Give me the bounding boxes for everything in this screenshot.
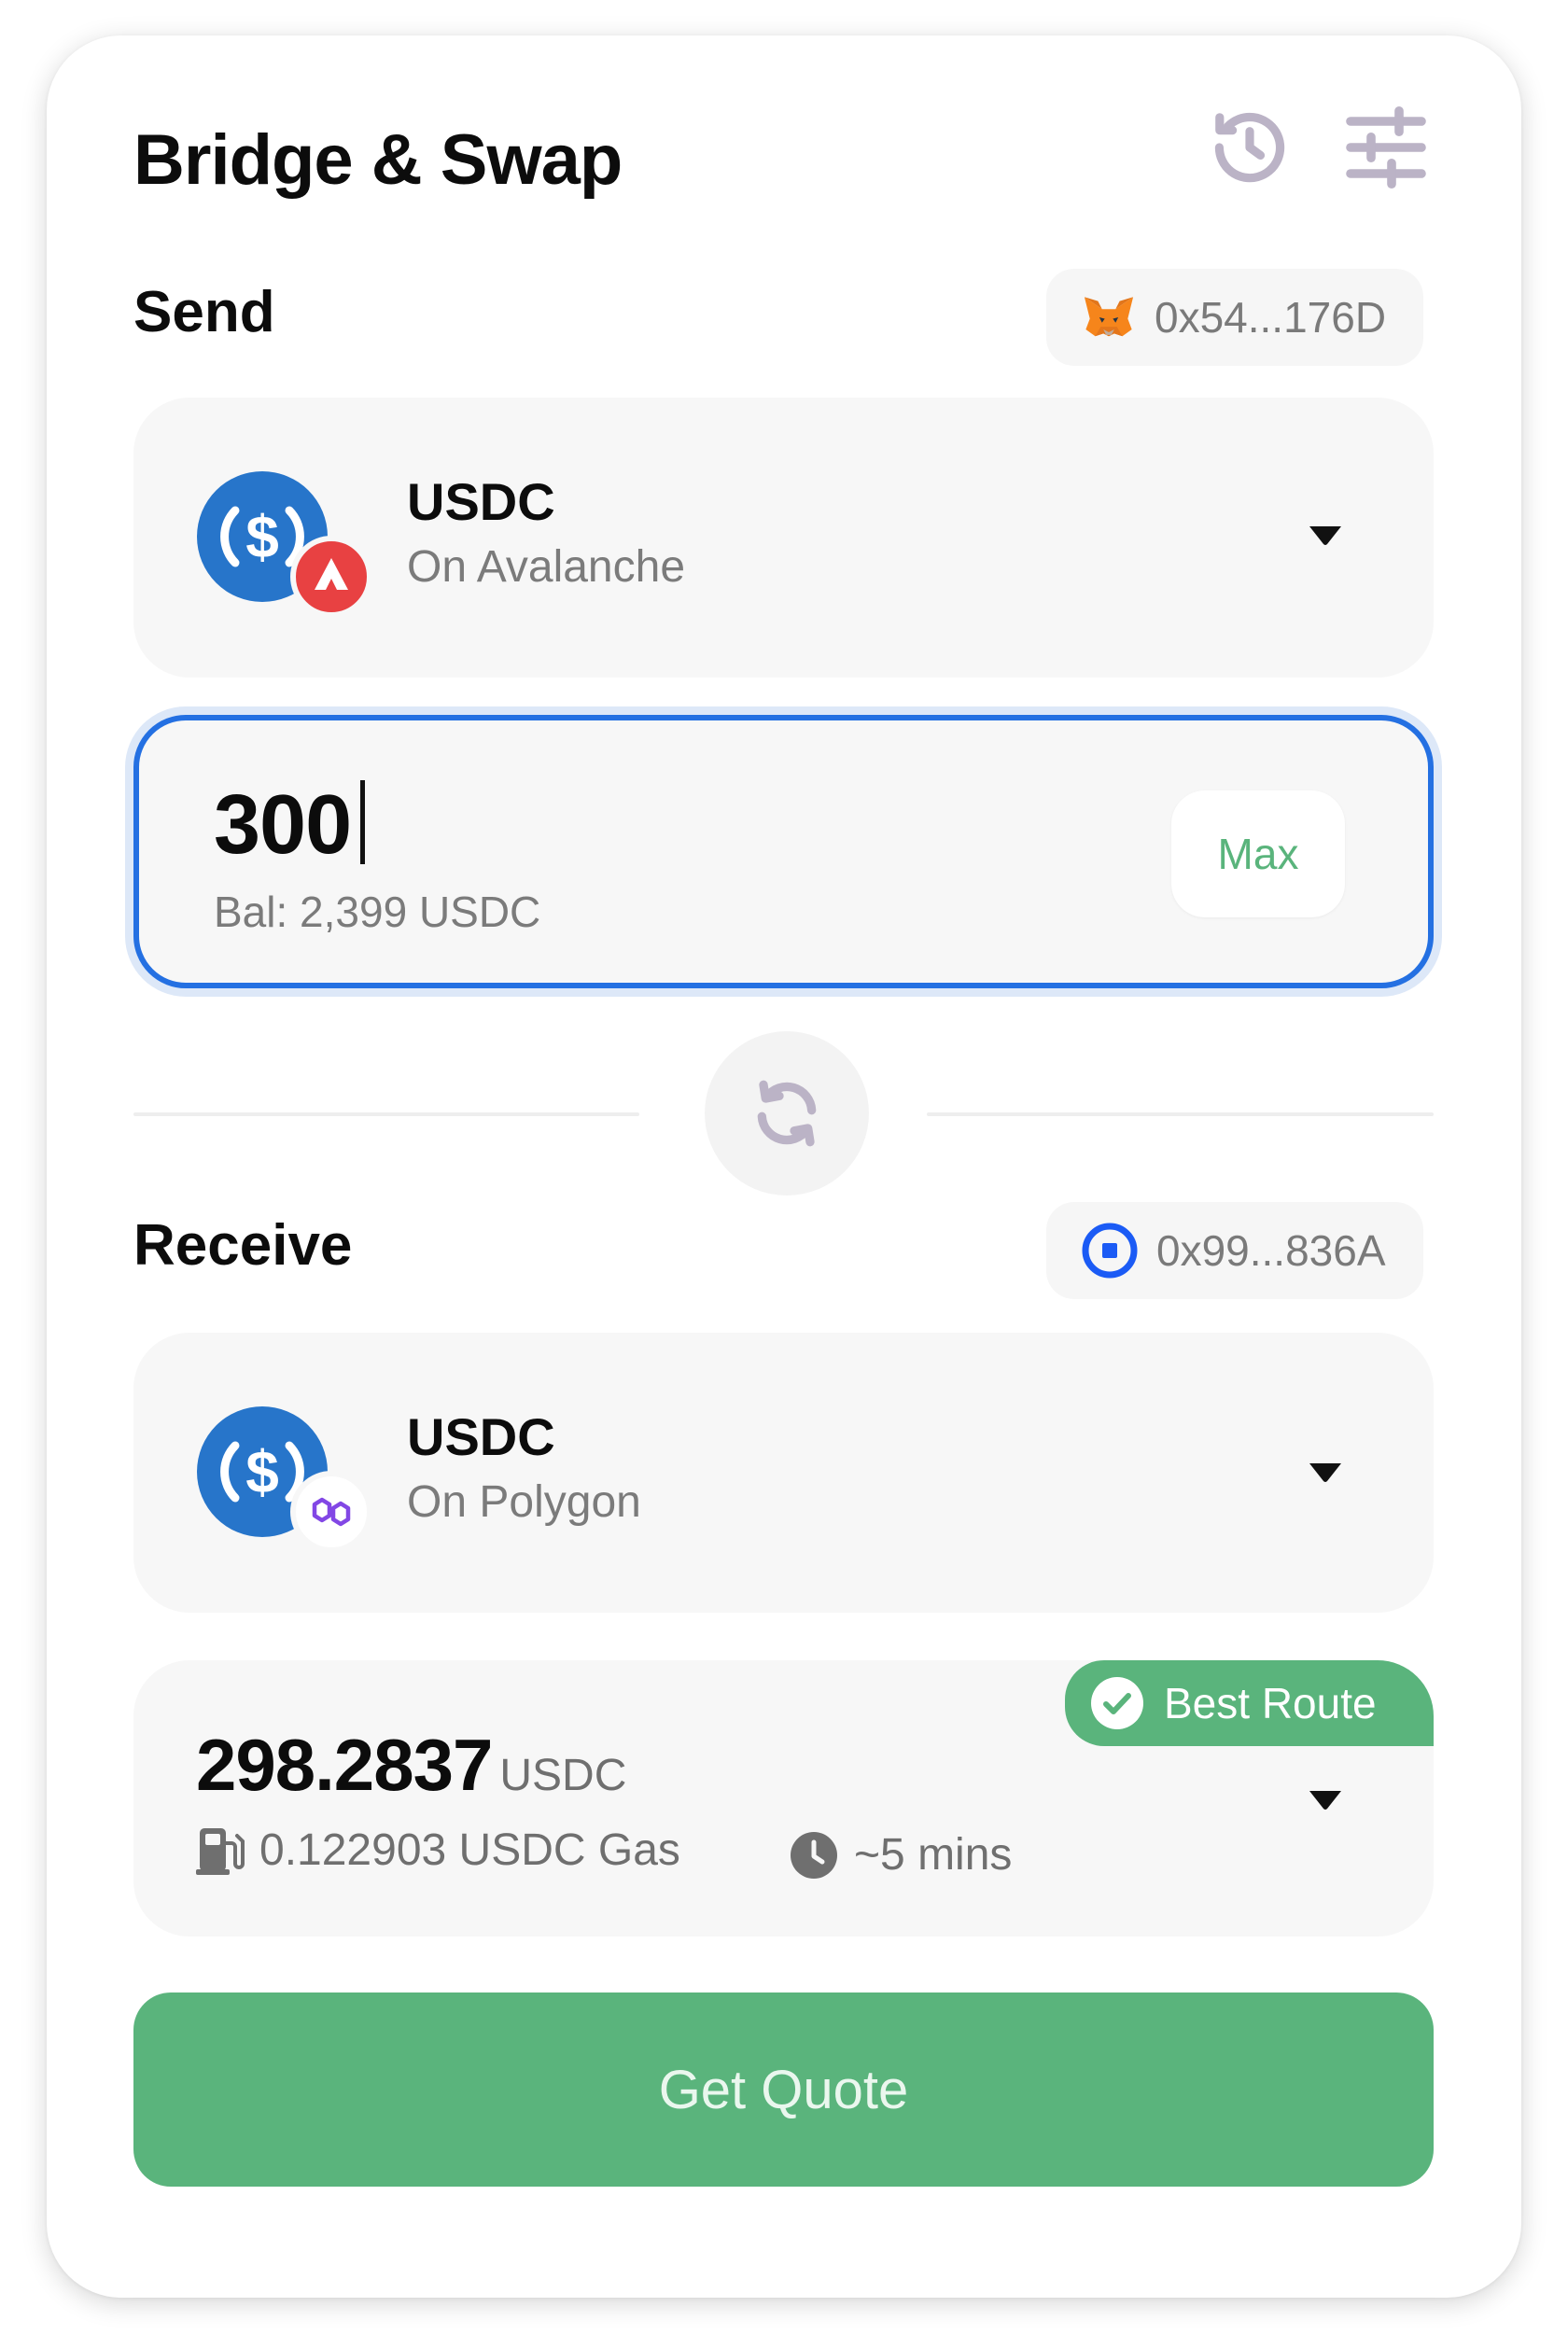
send-token-symbol: USDC: [407, 472, 555, 531]
receive-label: Receive: [133, 1213, 353, 1278]
swap-arrows-icon: [749, 1076, 824, 1151]
text-cursor: [360, 780, 366, 864]
history-icon[interactable]: [1203, 101, 1296, 194]
chevron-down-icon[interactable]: [1297, 517, 1353, 554]
best-route-badge: Best Route: [1065, 1660, 1434, 1746]
amount-input[interactable]: 300: [214, 778, 366, 872]
gas-fee: 0.122903 USDC Gas: [196, 1824, 680, 1878]
check-circle-icon: [1089, 1675, 1145, 1731]
max-button[interactable]: Max: [1171, 790, 1345, 917]
receive-token-symbol: USDC: [407, 1407, 555, 1466]
metamask-fox-icon: [1082, 294, 1136, 341]
best-route-label: Best Route: [1164, 1679, 1377, 1727]
divider-left: [133, 1112, 639, 1116]
page-title: Bridge & Swap: [133, 120, 623, 200]
receive-amount-unit: USDC: [499, 1751, 627, 1800]
amount-value: 300: [214, 778, 352, 872]
send-label: Send: [133, 280, 275, 344]
receive-token-chain: On Polygon: [407, 1477, 641, 1527]
route-summary[interactable]: Best Route 298.2837 USDC 0.122903 USDC Ga…: [133, 1660, 1434, 1937]
svg-text:$: $: [245, 503, 279, 570]
balance-text: Bal: 2,399 USDC: [214, 888, 541, 936]
send-wallet-address: 0x54...176D: [1155, 293, 1387, 342]
get-quote-button[interactable]: Get Quote: [133, 1992, 1434, 2187]
estimated-time-text: ~5 mins: [854, 1830, 1013, 1880]
clock-icon: [789, 1830, 839, 1881]
receive-amount-value: 298.2837: [196, 1724, 493, 1806]
send-token-selector[interactable]: $ USDC On Avalanche: [133, 398, 1434, 678]
settings-sliders-icon[interactable]: [1339, 101, 1433, 194]
divider-right: [927, 1112, 1434, 1116]
estimated-time: ~5 mins: [789, 1828, 1012, 1882]
receive-wallet-pill[interactable]: 0x99...836A: [1046, 1202, 1423, 1299]
swap-direction-button[interactable]: [705, 1031, 869, 1195]
avalanche-badge: [290, 536, 372, 618]
svg-text:$: $: [245, 1438, 279, 1505]
chevron-down-icon[interactable]: [1297, 1782, 1353, 1819]
bridge-swap-card: Bridge & Swap Send 0x54...176D $ USDC On…: [47, 35, 1521, 2298]
gas-pump-icon: [196, 1825, 245, 1877]
receive-wallet-address: 0x99...836A: [1156, 1226, 1386, 1275]
send-wallet-pill[interactable]: 0x54...176D: [1046, 269, 1424, 366]
receive-amount: 298.2837 USDC: [196, 1722, 626, 1810]
receive-token-selector[interactable]: $ USDC On Polygon: [133, 1333, 1434, 1613]
send-token-chain: On Avalanche: [407, 542, 686, 592]
chevron-down-icon[interactable]: [1297, 1454, 1353, 1491]
polygon-badge: [290, 1471, 372, 1553]
gas-fee-text: 0.122903 USDC Gas: [259, 1825, 680, 1875]
amount-input-box[interactable]: 300 Bal: 2,399 USDC Max: [133, 715, 1434, 988]
coinbase-wallet-icon: [1082, 1223, 1138, 1279]
